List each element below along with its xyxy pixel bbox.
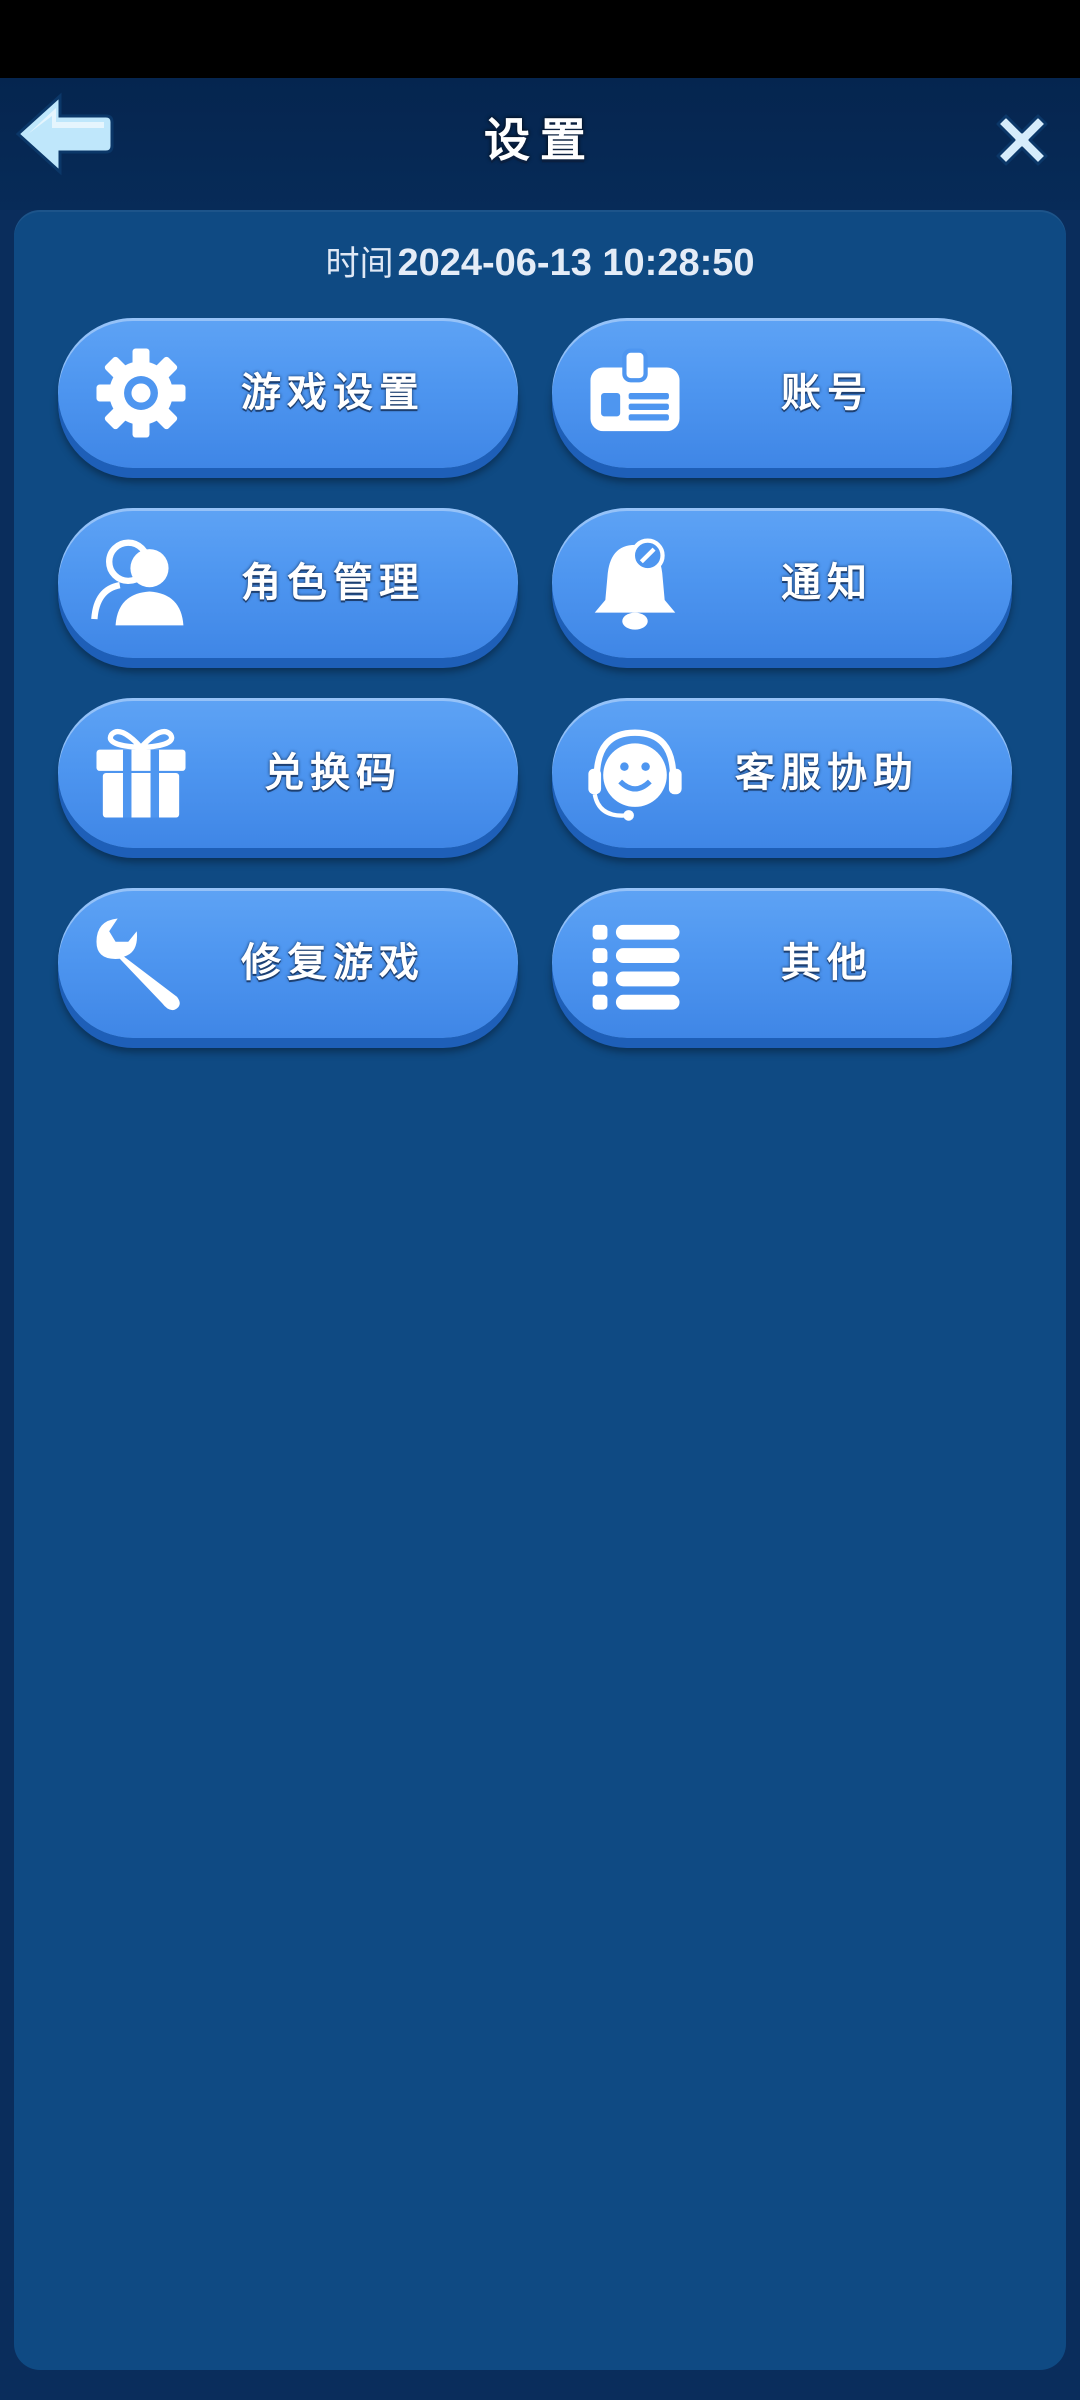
redeem-code-button[interactable]: 兑换码 bbox=[58, 698, 518, 848]
account-label: 账号 bbox=[781, 369, 873, 416]
time-label: 时间 bbox=[325, 244, 394, 284]
page-title: 设置 bbox=[484, 113, 596, 167]
customer-service-label: 客服协助 bbox=[735, 749, 919, 796]
status-bar bbox=[0, 0, 1080, 78]
close-icon bbox=[996, 114, 1048, 166]
game-settings-label: 游戏设置 bbox=[241, 369, 425, 416]
close-button[interactable] bbox=[988, 106, 1056, 174]
other-button[interactable]: 其他 bbox=[552, 888, 1012, 1038]
game-settings-button[interactable]: 游戏设置 bbox=[58, 318, 518, 468]
repair-game-button[interactable]: 修复游戏 bbox=[58, 888, 518, 1038]
time-display: 时间 2024-06-13 10:28:50 bbox=[0, 228, 1080, 298]
notification-button[interactable]: 通知 bbox=[552, 508, 1012, 658]
character-management-label: 角色管理 bbox=[241, 559, 425, 606]
back-button[interactable] bbox=[14, 92, 114, 176]
account-button[interactable]: 账号 bbox=[552, 318, 1012, 468]
back-arrow-icon bbox=[15, 92, 114, 176]
time-value: 2024-06-13 10:28:50 bbox=[397, 242, 755, 284]
redeem-code-label: 兑换码 bbox=[264, 749, 402, 796]
repair-game-label: 修复游戏 bbox=[241, 939, 425, 986]
notification-label: 通知 bbox=[781, 559, 873, 606]
customer-service-button[interactable]: 客服协助 bbox=[552, 698, 1012, 848]
character-management-button[interactable]: 角色管理 bbox=[58, 508, 518, 658]
other-label: 其他 bbox=[781, 939, 873, 986]
